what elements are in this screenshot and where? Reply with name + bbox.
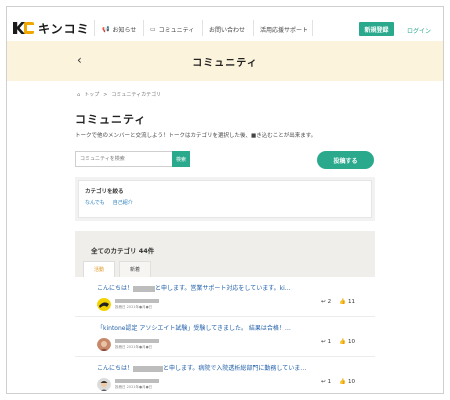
breadcrumb: ⌂ トップ > コミュニティカテゴリ (77, 91, 162, 99)
home-icon: ⌂ (77, 91, 81, 98)
post-list: こんにちは！ と申します。営業サポート対応をしています。ki… 投稿日 2021年… (75, 277, 375, 393)
thumbs-up-icon: 👍 (339, 339, 346, 345)
category-filter: カテゴリを絞る なんでも 自己紹介 (75, 177, 375, 221)
page-title: コミュニティ (75, 113, 147, 126)
search-bar: 検索 (75, 151, 190, 167)
megaphone-icon: 📢 (102, 26, 110, 33)
thumbs-up-icon: 👍 (339, 379, 346, 385)
post-title-end: と申します。病院で入院透析総部門に勤務していま… (163, 365, 307, 372)
post-title-end: と申します。営業サポート対応をしています。ki… (155, 285, 291, 292)
list-item[interactable]: こんにちは！ と申します。病院で入院透析総部門に勤務していま… 投稿日 2021年… (75, 357, 375, 393)
like-count-value: 10 (347, 379, 355, 385)
nav-divider (94, 20, 95, 36)
nav-item-label: コミュニティ (158, 27, 195, 34)
chat-icon: ▭ (150, 26, 156, 33)
post-stats: ↩ 1 👍 10 (321, 339, 355, 345)
avatar[interactable] (97, 377, 111, 391)
list-item[interactable]: こんにちは！ と申します。営業サポート対応をしています。ki… 投稿日 2021年… (75, 277, 375, 317)
post-meta: 投稿日 2021年●月●日 (115, 379, 159, 390)
tab-activity[interactable]: 活動 (83, 261, 115, 277)
post-title-start: こんにちは！ (97, 365, 134, 372)
like-count-value: 10 (347, 339, 355, 345)
category-count-title: 全てのカテゴリ 44件 (91, 247, 155, 255)
post-title[interactable]: 「kintone認定 アソシエイト試験」受験してきました。 結果は合格！… (97, 323, 291, 332)
like-count[interactable]: 👍 10 (339, 339, 355, 345)
thumbs-up-icon: 👍 (339, 299, 346, 305)
nav-item-label: お問い合わせ (209, 27, 246, 34)
like-count[interactable]: 👍 10 (339, 379, 355, 385)
filter-link-anything[interactable]: なんでも (85, 199, 105, 206)
redacted-name (133, 285, 156, 292)
login-link[interactable]: ログイン (407, 26, 431, 35)
post-title[interactable]: こんにちは！ と申します。病院で入院透析総部門に勤務していま… (97, 363, 306, 372)
nav-item-contact[interactable]: お問い合わせ (209, 25, 245, 34)
tab-newest[interactable]: 新着 (119, 261, 151, 277)
reply-icon: ↩ (321, 299, 326, 305)
filter-title: カテゴリを絞る (85, 189, 124, 195)
nav-item-news[interactable]: 📢 お知らせ (102, 25, 136, 34)
reply-icon: ↩ (321, 379, 326, 385)
page-description: トークで他のメンバーと交流しよう！トークはカテゴリを選択した後、■き込むことが出… (75, 133, 317, 139)
search-input[interactable] (75, 151, 172, 167)
nav-divider (202, 20, 203, 36)
post-title-start: 「kintone認定 アソシエイト試験」受験してきました。 結果は合格！… (97, 325, 291, 332)
comment-count-value: 2 (327, 299, 332, 305)
redacted-author (115, 339, 159, 343)
post-title-start: こんにちは！ (97, 285, 134, 292)
comment-count: ↩ 2 (321, 299, 331, 305)
category-list-header: 全てのカテゴリ 44件 活動 新着 (75, 231, 375, 277)
list-item[interactable]: 「kintone認定 アソシエイト試験」受験してきました。 結果は合格！… 投稿… (75, 317, 375, 357)
post-date: 投稿日 2021年●月●日 (115, 385, 153, 389)
redacted-author (115, 299, 159, 303)
comment-count: ↩ 1 (321, 339, 331, 345)
post-title[interactable]: こんにちは！ と申します。営業サポート対応をしています。ki… (97, 283, 291, 292)
nav-item-support[interactable]: 活用応援サポート (260, 25, 308, 34)
breadcrumb-home[interactable]: トップ (84, 91, 99, 98)
breadcrumb-separator: > (103, 91, 108, 98)
filter-link-introduction[interactable]: 自己紹介 (113, 199, 133, 206)
breadcrumb-current: コミュニティカテゴリ (111, 92, 162, 98)
comment-count-value: 1 (327, 379, 332, 385)
search-button[interactable]: 検索 (172, 151, 190, 167)
post-meta: 投稿日 2021年●月●日 (115, 339, 159, 350)
post-button[interactable]: 投稿する (317, 151, 374, 169)
nav-divider (253, 20, 254, 36)
nav-item-label: 活用応援サポート (260, 27, 309, 34)
post-meta: 投稿日 2021年●月●日 (115, 299, 159, 310)
page-frame: キンコミ 📢 お知らせ ▭ コミュニティ お問い合わせ 活用応援サポート 新規登… (6, 6, 444, 394)
avatar[interactable] (97, 297, 111, 311)
post-date: 投稿日 2021年●月●日 (115, 305, 153, 309)
post-date: 投稿日 2021年●月●日 (115, 345, 153, 349)
redacted-author (115, 379, 159, 383)
post-stats: ↩ 2 👍 11 (321, 299, 355, 305)
avatar[interactable] (97, 337, 111, 351)
back-chevron-icon[interactable]: ‹ (77, 53, 82, 67)
register-button[interactable]: 新規登録 (359, 22, 394, 36)
comment-count-value: 1 (327, 339, 332, 345)
like-count-value: 11 (347, 299, 355, 305)
nav-item-community[interactable]: ▭ コミュニティ (150, 25, 194, 34)
like-count[interactable]: 👍 11 (339, 299, 355, 305)
band-title: コミュニティ (192, 57, 258, 69)
nav-item-label: お知らせ (112, 27, 137, 34)
post-stats: ↩ 1 👍 10 (321, 379, 355, 385)
nav-divider (143, 20, 144, 36)
redacted-name (133, 365, 164, 372)
comment-count: ↩ 1 (321, 379, 331, 385)
reply-icon: ↩ (321, 339, 326, 345)
nav-divider (312, 20, 313, 36)
title-band: ‹ コミュニティ (7, 41, 443, 81)
